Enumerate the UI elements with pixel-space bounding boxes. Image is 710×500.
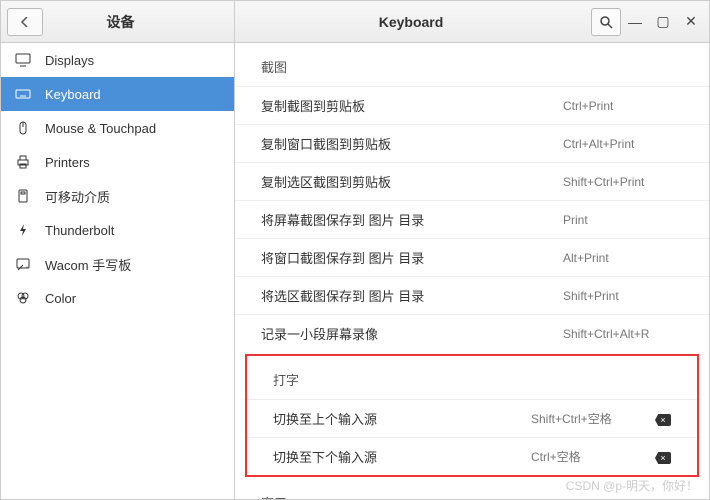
content-area[interactable]: 截图复制截图到剪贴板Ctrl+Print复制窗口截图到剪贴板Ctrl+Alt+P… <box>235 43 709 499</box>
removable-icon <box>15 188 31 204</box>
shortcut-row[interactable]: 切换至上个输入源Shift+Ctrl+空格 × <box>247 399 697 437</box>
sidebar-item-thunderbolt[interactable]: Thunderbolt <box>1 213 234 247</box>
shortcut-label: 记录一小段屏幕录像 <box>261 324 563 343</box>
shortcut-row[interactable]: 记录一小段屏幕录像Shift+Ctrl+Alt+R <box>235 314 709 352</box>
maximize-button[interactable]: ▢ <box>649 8 677 36</box>
color-icon <box>15 290 31 306</box>
shortcut-row[interactable]: 将屏幕截图保存到 图片 目录Print <box>235 200 709 238</box>
shortcut-label: 复制窗口截图到剪贴板 <box>261 134 563 153</box>
sidebar-item-label: 可移动介质 <box>45 187 110 206</box>
shortcut-label: 将窗口截图保存到 图片 目录 <box>261 248 563 267</box>
shortcut-label: 切换至下个输入源 <box>273 447 531 466</box>
sidebar-item-color[interactable]: Color <box>1 281 234 315</box>
sidebar-item-display[interactable]: Displays <box>1 43 234 77</box>
sidebar-item-mouse[interactable]: Mouse & Touchpad <box>1 111 234 145</box>
sidebar-item-label: Displays <box>45 53 94 68</box>
shortcut-row[interactable]: 复制选区截图到剪贴板Shift+Ctrl+Print <box>235 162 709 200</box>
minimize-button[interactable]: — <box>621 8 649 36</box>
shortcut-label: 将选区截图保存到 图片 目录 <box>261 286 563 305</box>
shortcut-row[interactable]: 复制窗口截图到剪贴板Ctrl+Alt+Print <box>235 124 709 162</box>
shortcut-row[interactable]: 切换至下个输入源Ctrl+空格 × <box>247 437 697 475</box>
sidebar-item-removable[interactable]: 可移动介质 <box>1 179 234 213</box>
sidebar-item-label: Thunderbolt <box>45 223 114 238</box>
shortcut-value: Ctrl+Print <box>563 99 683 113</box>
thunderbolt-icon <box>15 222 31 238</box>
shortcut-value: Shift+Print <box>563 289 683 303</box>
shortcut-value: Shift+Ctrl+Print <box>563 175 683 189</box>
sidebar-item-printer[interactable]: Printers <box>1 145 234 179</box>
sidebar-title: 设备 <box>43 12 234 32</box>
backspace-icon: × <box>655 452 671 464</box>
printer-icon <box>15 154 31 170</box>
close-button[interactable]: ✕ <box>677 8 705 36</box>
shortcut-value: Ctrl+空格 <box>531 448 651 465</box>
tablet-icon <box>15 256 31 272</box>
sidebar-item-label: Color <box>45 291 76 306</box>
watermark: CSDN @p-明天，你好！ <box>566 477 698 494</box>
sidebar-item-label: Wacom 手写板 <box>45 255 131 274</box>
search-icon <box>599 15 613 29</box>
shortcut-value: Shift+Ctrl+Alt+R <box>563 327 683 341</box>
shortcut-row[interactable]: 将窗口截图保存到 图片 目录Alt+Print <box>235 238 709 276</box>
section-header: 打字 <box>247 356 697 399</box>
sidebar-item-keyboard[interactable]: Keyboard <box>1 77 234 111</box>
shortcut-label: 复制选区截图到剪贴板 <box>261 172 563 191</box>
shortcut-label: 将屏幕截图保存到 图片 目录 <box>261 210 563 229</box>
chevron-left-icon <box>20 17 30 27</box>
keyboard-icon <box>15 86 31 102</box>
titlebar: 设备 Keyboard — ▢ ✕ <box>1 1 709 43</box>
sidebar: Displays Keyboard Mouse & Touchpad Printers… <box>1 43 235 499</box>
minimize-icon: — <box>628 14 642 30</box>
display-icon <box>15 52 31 68</box>
shortcut-label: 复制截图到剪贴板 <box>261 96 563 115</box>
clear-shortcut-button[interactable]: × <box>651 411 671 426</box>
shortcut-row[interactable]: 将选区截图保存到 图片 目录Shift+Print <box>235 276 709 314</box>
shortcut-row[interactable]: 复制截图到剪贴板Ctrl+Print <box>235 86 709 124</box>
sidebar-item-label: Mouse & Touchpad <box>45 121 156 136</box>
sidebar-item-label: Printers <box>45 155 90 170</box>
shortcut-label: 切换至上个输入源 <box>273 409 531 428</box>
page-title: Keyboard <box>235 14 587 30</box>
maximize-icon: ▢ <box>656 13 669 30</box>
shortcut-value: Ctrl+Alt+Print <box>563 137 683 151</box>
section-header: 截图 <box>235 43 709 86</box>
backspace-icon: × <box>655 414 671 426</box>
clear-shortcut-button[interactable]: × <box>651 449 671 464</box>
close-icon: ✕ <box>685 13 697 30</box>
section: 截图复制截图到剪贴板Ctrl+Print复制窗口截图到剪贴板Ctrl+Alt+P… <box>235 43 709 352</box>
shortcut-value: Alt+Print <box>563 251 683 265</box>
back-button[interactable] <box>7 8 43 36</box>
sidebar-item-label: Keyboard <box>45 87 101 102</box>
shortcut-value: Shift+Ctrl+空格 <box>531 410 651 427</box>
section: 打字切换至上个输入源Shift+Ctrl+空格 × 切换至下个输入源Ctrl+空格 × <box>245 354 699 477</box>
mouse-icon <box>15 120 31 136</box>
shortcut-value: Print <box>563 213 683 227</box>
search-button[interactable] <box>591 8 621 36</box>
sidebar-item-tablet[interactable]: Wacom 手写板 <box>1 247 234 281</box>
